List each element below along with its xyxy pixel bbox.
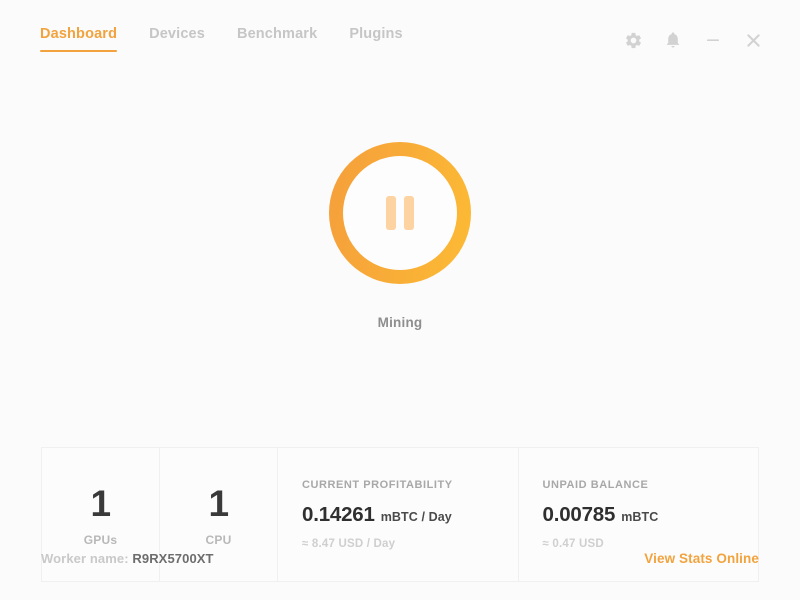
mining-hero: Mining xyxy=(329,142,471,330)
view-stats-online-link[interactable]: View Stats Online xyxy=(644,551,759,566)
pause-bar-right xyxy=(404,196,414,230)
minimize-icon xyxy=(704,31,722,49)
worker-name-label: Worker name: xyxy=(41,550,129,566)
settings-button[interactable] xyxy=(620,27,646,53)
profitability-title: CURRENT PROFITABILITY xyxy=(302,479,453,491)
close-button[interactable] xyxy=(740,27,766,53)
worker-name-value: R9RX5700XT xyxy=(132,550,214,566)
main-navigation-tabs: Dashboard Devices Benchmark Plugins xyxy=(40,26,403,52)
tab-benchmark-label: Benchmark xyxy=(236,26,318,42)
tab-dashboard-label: Dashboard xyxy=(40,26,118,42)
mining-toggle-button[interactable] xyxy=(329,142,471,284)
dashboard-main: Mining 1 GPUs 1 CPU CURRENT PROFITABILIT… xyxy=(0,70,800,600)
pause-icon xyxy=(343,156,457,270)
close-icon xyxy=(744,31,763,50)
gear-icon xyxy=(624,31,643,50)
pause-bar-left xyxy=(386,196,396,230)
tab-dashboard[interactable]: Dashboard xyxy=(40,26,118,52)
worker-name: Worker name: R9RX5700XT xyxy=(41,551,214,566)
tab-benchmark[interactable]: Benchmark xyxy=(237,26,317,52)
mining-status-text: Mining xyxy=(377,315,423,330)
bell-icon xyxy=(664,31,682,49)
tab-devices-label: Devices xyxy=(149,26,205,42)
minimize-button[interactable] xyxy=(700,27,726,53)
footer-bar: Worker name: R9RX5700XT View Stats Onlin… xyxy=(0,516,800,600)
window-controls xyxy=(620,26,766,53)
tab-devices[interactable]: Devices xyxy=(149,26,205,52)
tab-plugins-label: Plugins xyxy=(349,26,403,42)
title-bar: Dashboard Devices Benchmark Plugins xyxy=(0,0,800,70)
tab-plugins[interactable]: Plugins xyxy=(349,26,402,52)
balance-title: UNPAID BALANCE xyxy=(542,479,649,491)
notifications-button[interactable] xyxy=(660,27,686,53)
nicehash-miner-window: Dashboard Devices Benchmark Plugins Mini… xyxy=(0,0,800,600)
